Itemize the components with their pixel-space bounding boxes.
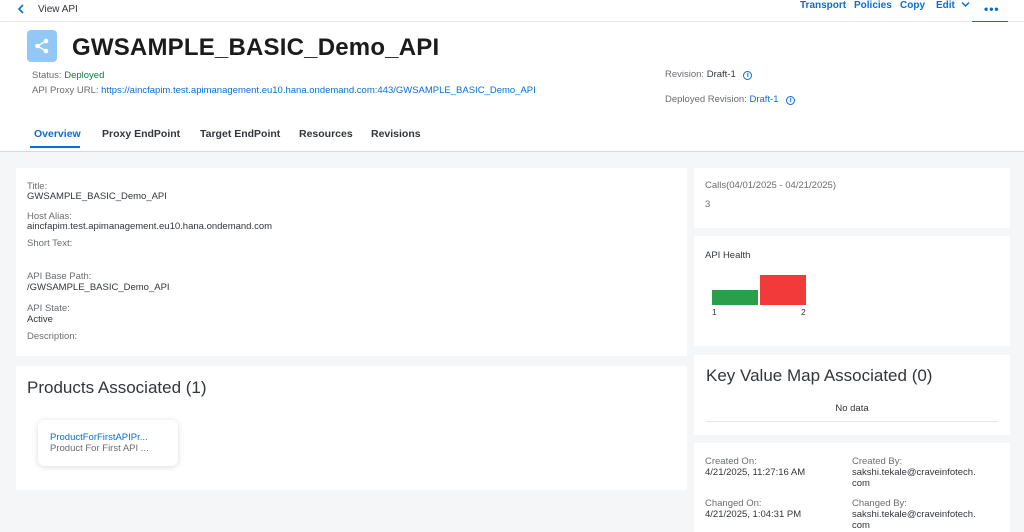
deployed-revision-label: Deployed Revision: (665, 94, 747, 105)
edit-button[interactable]: Edit (936, 0, 970, 12)
revision-label: Revision: (665, 69, 705, 80)
changed-by-value-line-2: com (852, 520, 870, 531)
title-value: GWSAMPLE_BASIC_Demo_API (27, 191, 167, 202)
chevron-down-icon (961, 1, 970, 8)
calls-value: 3 (705, 199, 711, 210)
proxy-url-label: API Proxy URL: (32, 85, 99, 96)
api-health-title: API Health (705, 250, 751, 261)
changed-by-label: Changed By: (852, 498, 907, 509)
copy-button[interactable]: Copy (900, 0, 925, 12)
created-on-label: Created On: (705, 456, 757, 467)
created-by-label: Created By: (852, 456, 903, 467)
api-icon-tile (27, 30, 57, 62)
tab-proxy-endpoint[interactable]: Proxy EndPoint (102, 128, 180, 140)
host-alias-value: aincfapim.test.apimanagement.eu10.hana.o… (27, 221, 273, 232)
status-value: Deployed (64, 70, 105, 81)
product-description: Product For First API ... (50, 443, 149, 454)
tab-revisions[interactable]: Revisions (371, 128, 421, 140)
created-on-value: 4/21/2025, 11:27:16 AM (705, 467, 806, 478)
tab-target-endpoint[interactable]: Target EndPoint (200, 128, 280, 140)
calls-card: Calls(04/01/2025 - 04/21/2025) 3 (694, 168, 1010, 228)
policies-button[interactable]: Policies (854, 0, 892, 12)
proxy-url-row: API Proxy URL: https://aincfapim.test.ap… (32, 85, 536, 96)
changed-on-label: Changed On: (705, 498, 762, 509)
transport-button[interactable]: Transport (800, 0, 846, 12)
info-icon[interactable]: i (743, 71, 753, 80)
kvm-no-data: No data (835, 403, 869, 414)
api-name: GWSAMPLE_BASIC_Demo_API (72, 34, 440, 61)
changed-by-value-line-1: sakshi.tekale@craveinfotech. (852, 509, 976, 520)
short-text-label: Short Text: (27, 238, 73, 249)
api-health-chart: 1 2 (712, 275, 806, 317)
proxy-url-link[interactable]: https://aincfapim.test.apimanagement.eu1… (101, 85, 536, 96)
revision-row: Revision: Draft-1 i (665, 69, 753, 80)
top-bar: View API Transport Policies Copy Edit ••… (0, 0, 1024, 23)
kvm-card: Key Value Map Associated (0) No data (694, 355, 1010, 435)
api-state-value: Active (27, 314, 53, 325)
chevron-left-icon (17, 4, 24, 14)
api-state-label: API State: (27, 303, 70, 314)
audit-card: Created On: 4/21/2025, 11:27:16 AM Creat… (694, 443, 1010, 532)
created-by-value-line-2: com (852, 478, 870, 489)
health-bar-1 (712, 290, 758, 305)
info-icon[interactable]: i (786, 96, 796, 105)
created-by-value-line-1: sakshi.tekale@craveinfotech. (852, 467, 976, 478)
tab-overview[interactable]: Overview (34, 128, 81, 140)
api-base-path-label: API Base Path: (27, 271, 92, 282)
share-icon (35, 38, 49, 54)
more-options-button[interactable]: ••• (984, 2, 1000, 16)
deployed-revision-row: Deployed Revision: Draft-1 i (665, 94, 796, 105)
products-card: Products Associated (1) ProductForFirstA… (16, 366, 687, 490)
kvm-title: Key Value Map Associated (0) (706, 366, 933, 385)
revision-value: Draft-1 (706, 69, 736, 80)
product-tile[interactable]: ProductForFirstAPIPr... Product For Firs… (38, 420, 178, 466)
page-title: View API (38, 4, 78, 15)
object-header: GWSAMPLE_BASIC_Demo_API Status: Deployed… (0, 22, 1024, 152)
api-health-card: API Health 1 2 (694, 236, 1010, 346)
products-title: Products Associated (1) (27, 378, 207, 397)
deployed-revision-link[interactable]: Draft-1 (750, 94, 779, 105)
calls-label: Calls(04/01/2025 - 04/21/2025) (705, 180, 836, 191)
health-bar-2 (760, 275, 806, 305)
details-card: Title: GWSAMPLE_BASIC_Demo_API Host Alia… (16, 168, 687, 356)
tab-resources[interactable]: Resources (299, 128, 353, 140)
divider (706, 421, 998, 422)
description-label: Description: (27, 331, 78, 342)
api-base-path-value: /GWSAMPLE_BASIC_Demo_API (27, 282, 170, 293)
product-name: ProductForFirstAPIPr... (50, 432, 148, 443)
active-tab-indicator (30, 146, 80, 148)
back-button[interactable] (14, 2, 28, 18)
edit-button-label: Edit (936, 0, 955, 11)
status-row: Status: Deployed (32, 70, 104, 81)
changed-on-value: 4/21/2025, 1:04:31 PM (705, 509, 802, 520)
status-label: Status: (32, 70, 62, 81)
health-tick-label: 2 (801, 307, 806, 317)
health-tick-label: 1 (712, 307, 717, 317)
